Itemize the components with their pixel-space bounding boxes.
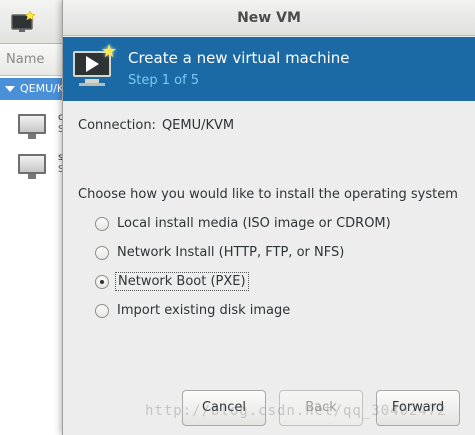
radio-button[interactable] <box>95 246 109 260</box>
new-vm-icon: ★ <box>71 43 119 89</box>
vm-list-item[interactable]: c S <box>16 112 64 142</box>
radio-import-disk-image[interactable]: Import existing disk image <box>95 301 455 323</box>
watermark-text: http://blog.csdn.net/qq_30402472 <box>145 403 447 419</box>
connection-row-label: QEMU/K <box>20 82 65 95</box>
wizard-step-indicator: Step 1 of 5 <box>128 73 200 88</box>
dialog-title: New VM <box>237 10 301 26</box>
radio-network-install[interactable]: Network Install (HTTP, FTP, or NFS) <box>95 243 455 265</box>
monitor-icon <box>18 154 46 174</box>
banner-monitor-base <box>79 83 105 86</box>
radio-button[interactable] <box>95 304 109 318</box>
connection-value: QEMU/KVM <box>161 118 235 133</box>
play-icon <box>86 56 99 72</box>
new-vm-toolbar-icon[interactable] <box>10 10 36 34</box>
radio-button-selected[interactable] <box>95 275 109 289</box>
install-method-question: Choose how you would like to install the… <box>78 187 458 202</box>
radio-local-install-media[interactable]: Local install media (ISO image or CDROM) <box>95 214 455 236</box>
wizard-heading: Create a new virtual machine <box>128 49 350 67</box>
star-icon: ★ <box>101 41 118 62</box>
monitor-stand <box>28 134 36 139</box>
radio-label[interactable]: Import existing disk image <box>117 303 290 318</box>
radio-button[interactable] <box>95 217 109 231</box>
radio-network-boot[interactable]: Network Boot (PXE) <box>95 272 455 294</box>
connection-label: Connection: <box>78 118 156 133</box>
expander-triangle-icon[interactable] <box>5 86 15 92</box>
name-column-header: Name <box>6 52 45 67</box>
radio-label[interactable]: Network Install (HTTP, FTP, or NFS) <box>117 245 344 260</box>
vm-list-item[interactable]: s S <box>16 152 64 182</box>
dialog-titlebar[interactable]: New VM <box>63 0 475 36</box>
connection-info: Connection: QEMU/KVM <box>78 118 234 133</box>
radio-label[interactable]: Local install media (ISO image or CDROM) <box>117 216 391 231</box>
radio-label[interactable]: Network Boot (PXE) <box>115 272 249 291</box>
radio-dot <box>100 280 104 284</box>
connection-row[interactable]: QEMU/K <box>0 78 65 100</box>
manager-toolbar <box>0 0 62 44</box>
vm-list-header[interactable]: Name <box>0 44 62 76</box>
monitor-icon <box>18 114 46 134</box>
new-vm-dialog: New VM ★ Create a new virtual machine St… <box>62 0 475 435</box>
wizard-banner: ★ Create a new virtual machine Step 1 of… <box>63 37 475 101</box>
monitor-stand <box>28 174 36 179</box>
